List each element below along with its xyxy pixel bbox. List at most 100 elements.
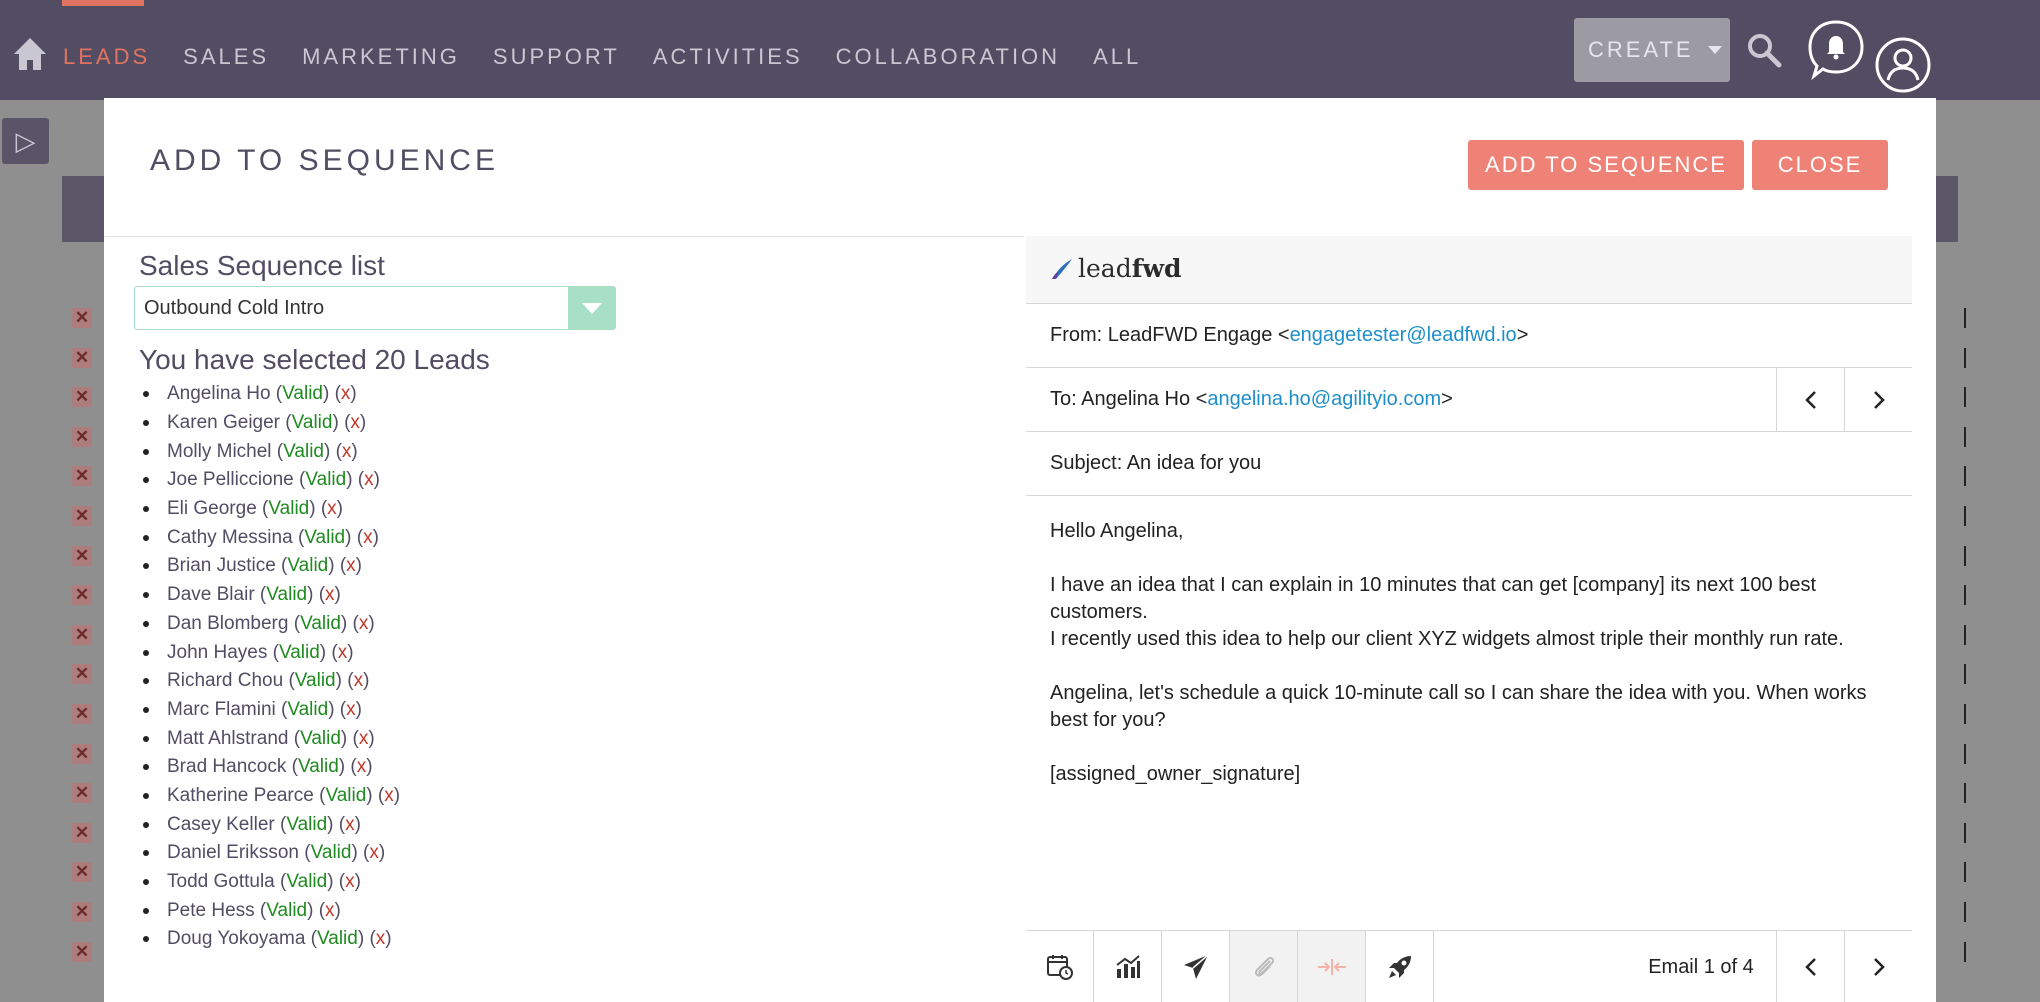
paren-open: (	[299, 842, 311, 864]
remove-lead-button[interactable]: x	[325, 900, 335, 922]
paren-open: (	[270, 383, 283, 405]
next-email-button[interactable]	[1844, 931, 1912, 1002]
lead-name: Marc Flamini	[167, 698, 276, 720]
lead-valid-status: Valid	[291, 412, 333, 434]
email-from-field: From: LeadFWD Engage < engagetester@leadf…	[1026, 304, 1912, 368]
bullet-icon	[143, 534, 149, 541]
background-row-edge	[1956, 783, 1966, 804]
nav-collaboration[interactable]: COLLABORATION	[836, 44, 1060, 70]
remove-lead-button[interactable]: x	[384, 785, 394, 807]
remove-lead-button[interactable]: x	[345, 871, 355, 893]
remove-lead-button[interactable]: x	[342, 441, 352, 463]
remove-lead-button[interactable]: x	[369, 842, 379, 864]
sequence-select[interactable]: Outbound Cold Intro	[134, 286, 616, 330]
paren-open: (	[288, 612, 301, 634]
paren-close: )	[354, 871, 361, 893]
remove-lead-button[interactable]: x	[357, 756, 367, 778]
prev-recipient-button[interactable]	[1776, 368, 1844, 431]
paren-open: (	[286, 756, 298, 778]
lead-list-item: Eli George (Valid) (x)	[139, 495, 639, 524]
create-button[interactable]: CREATE	[1574, 18, 1730, 82]
email-toolbar: Email 1 of 4	[1026, 930, 1912, 1002]
background-row-checkbox: ✕	[72, 664, 92, 685]
dropdown-arrow-icon[interactable]	[568, 287, 615, 329]
remove-lead-button[interactable]: x	[346, 555, 356, 577]
paren-close: ) (	[319, 641, 338, 663]
lead-name: Matt Ahlstrand	[167, 727, 289, 749]
nav-marketing[interactable]: MARKETING	[302, 44, 460, 70]
prev-email-button[interactable]	[1776, 931, 1844, 1002]
lead-list-item: Todd Gottula (Valid) (x)	[139, 868, 639, 897]
schedule-button[interactable]	[1026, 931, 1094, 1002]
background-row-checkbox: ✕	[72, 783, 92, 804]
background-row-edge	[1956, 862, 1966, 883]
paren-close: ) (	[307, 584, 326, 606]
nav-leads[interactable]: LEADS	[63, 44, 150, 70]
remove-lead-button[interactable]: x	[345, 814, 355, 836]
lead-list-item: Joe Pelliccione (Valid) (x)	[139, 466, 639, 495]
paren-close: ) (	[340, 727, 359, 749]
remove-lead-button[interactable]: x	[327, 498, 337, 520]
sidebar-toggle-button[interactable]: ▷	[2, 118, 49, 164]
analytics-button[interactable]	[1094, 931, 1162, 1002]
bar-chart-icon	[1115, 955, 1140, 978]
paren-open: (	[280, 412, 292, 434]
paren-close: )	[347, 641, 354, 663]
remove-lead-button[interactable]: x	[325, 584, 335, 606]
lead-valid-status: Valid	[305, 469, 347, 491]
home-icon[interactable]	[12, 34, 48, 74]
remove-lead-button[interactable]: x	[364, 469, 374, 491]
nav-support[interactable]: SUPPORT	[493, 44, 620, 70]
to-email-link[interactable]: angelina.ho@agilityio.com	[1207, 388, 1441, 411]
add-to-sequence-button[interactable]: ADD TO SEQUENCE	[1468, 140, 1744, 190]
launch-button[interactable]	[1366, 931, 1434, 1002]
nav-activities[interactable]: ACTIVITIES	[653, 44, 803, 70]
lead-name: Brian Justice	[167, 555, 276, 577]
paren-close: )	[372, 526, 379, 548]
remove-lead-button[interactable]: x	[376, 928, 386, 950]
modal-divider	[104, 236, 1024, 237]
paren-open: (	[254, 584, 267, 606]
remove-lead-button[interactable]: x	[350, 412, 360, 434]
attach-button[interactable]	[1230, 931, 1298, 1002]
paren-open: (	[274, 813, 287, 835]
remove-lead-button[interactable]: x	[341, 383, 351, 405]
chevron-left-icon	[1804, 390, 1816, 409]
background-row-checkbox: ✕	[72, 704, 92, 724]
lead-list-item: Daniel Eriksson (Valid) (x)	[139, 839, 639, 868]
send-button[interactable]	[1162, 931, 1230, 1002]
lead-list-item: Doug Yokoyama (Valid) (x)	[139, 925, 639, 954]
sequence-list-label: Sales Sequence list	[139, 250, 385, 281]
paren-close: ) (	[327, 813, 346, 835]
lead-list-item: Casey Keller (Valid) (x)	[139, 810, 639, 839]
paren-close: ) (	[335, 670, 354, 692]
logo-text-bold: fwd	[1131, 254, 1182, 283]
remove-lead-button[interactable]: x	[346, 699, 356, 721]
email-greeting: Hello Angelina,	[1050, 520, 1184, 542]
paren-open: (	[254, 899, 267, 921]
user-icon[interactable]	[1874, 36, 1932, 94]
paren-close: )	[351, 440, 358, 462]
background-row-edge	[1956, 308, 1966, 328]
nav-sales[interactable]: SALES	[183, 44, 269, 70]
email-counter: Email 1 of 4	[1648, 955, 1754, 978]
lead-list-item: Katherine Pearce (Valid) (x)	[139, 782, 639, 811]
remove-lead-button[interactable]: x	[359, 613, 369, 635]
paren-close: ) (	[332, 412, 351, 434]
lead-name: Eli George	[167, 498, 257, 520]
search-icon[interactable]	[1746, 32, 1782, 68]
collapse-button[interactable]	[1298, 931, 1366, 1002]
from-email-link[interactable]: engagetester@leadfwd.io	[1290, 324, 1517, 347]
lead-valid-status: Valid	[268, 498, 310, 520]
lead-name: John Hayes	[167, 641, 268, 663]
leadfwd-logo-mark-icon	[1052, 258, 1072, 279]
remove-lead-button[interactable]: x	[338, 642, 348, 664]
close-button[interactable]: CLOSE	[1752, 140, 1888, 190]
next-recipient-button[interactable]	[1844, 368, 1912, 431]
remove-lead-button[interactable]: x	[363, 527, 373, 549]
paren-close: )	[354, 813, 361, 835]
bell-icon[interactable]	[1806, 18, 1866, 80]
remove-lead-button[interactable]: x	[354, 670, 364, 692]
nav-all[interactable]: ALL	[1093, 44, 1141, 70]
remove-lead-button[interactable]: x	[359, 728, 369, 750]
